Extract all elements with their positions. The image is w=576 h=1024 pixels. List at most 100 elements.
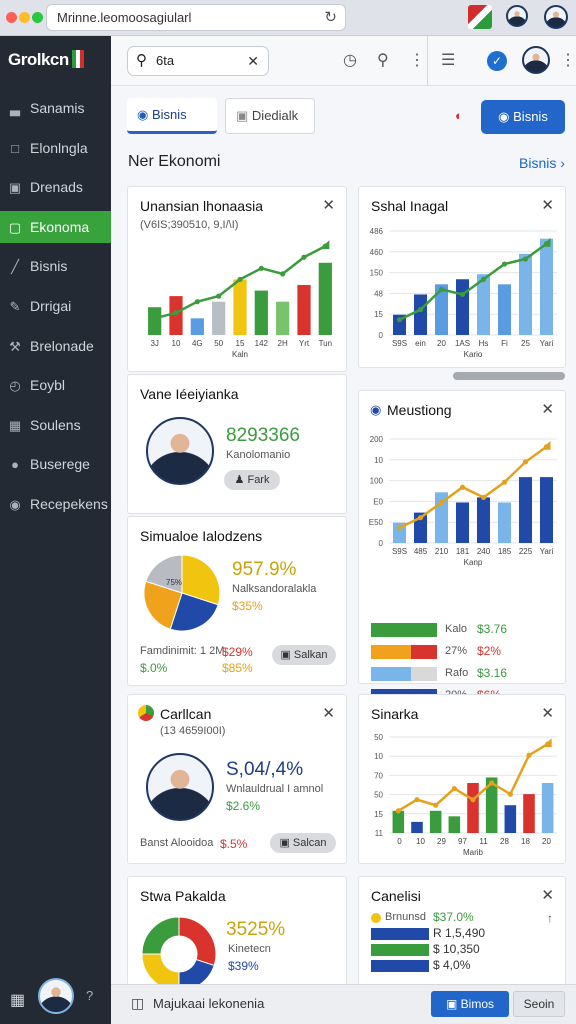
- sidebar-item-0[interactable]: ▃ Sanamis: [0, 92, 111, 124]
- close-icon[interactable]: ✕: [322, 196, 335, 214]
- fark-button[interactable]: ♟ Fark: [224, 470, 280, 490]
- sidebar-item-10[interactable]: ◉ Recepekens: [0, 488, 111, 520]
- salkan-button[interactable]: ▣ Salkan: [272, 645, 336, 665]
- history-icon[interactable]: ◷: [343, 50, 357, 70]
- primary-button[interactable]: ◉ Bisnis: [481, 100, 565, 134]
- x-axis-label: Kario: [464, 350, 483, 359]
- trend-point: [216, 293, 222, 299]
- close-icon[interactable]: ✕: [541, 400, 554, 418]
- more-vert-icon[interactable]: ⋮: [409, 50, 425, 70]
- search-input[interactable]: ⚲ 6ta ✕: [127, 46, 269, 76]
- minimize-window-button[interactable]: [19, 12, 30, 23]
- close-icon[interactable]: ✕: [541, 886, 554, 904]
- legend-swatch: [371, 667, 411, 681]
- grid-menu-icon[interactable]: ▦: [10, 990, 25, 1010]
- user-avatar[interactable]: [38, 978, 74, 1014]
- main-content: ⚲ 6ta ✕ ◷ ⚲ ⋮ ☰ ✓ ⋮ ◉ Bisnis ▣ Diedialk …: [111, 36, 576, 1024]
- shield-icon: ◉: [370, 402, 382, 417]
- x-tick-label: Yari: [540, 547, 554, 556]
- card-subtitle: (V6IS;390510, 9,I/\I): [140, 219, 239, 231]
- verified-icon[interactable]: ✓: [487, 51, 507, 71]
- x-tick-label: 0: [397, 837, 402, 846]
- sidebar-item-2[interactable]: ▣ Drenads: [0, 171, 111, 203]
- salcan-button[interactable]: ▣ Salcan: [270, 833, 336, 853]
- info-icon: ◉: [137, 107, 149, 122]
- y-tick-label: 11: [375, 829, 384, 838]
- close-icon[interactable]: ✕: [541, 196, 554, 214]
- legend-value: $2%: [477, 644, 502, 658]
- trend-point: [433, 802, 439, 808]
- trend-point: [489, 780, 495, 786]
- y-tick-label: 70: [374, 771, 383, 780]
- search-icon: ⚲: [136, 52, 147, 69]
- trend-point: [396, 317, 403, 323]
- row-bar: [371, 960, 429, 972]
- bar: [318, 262, 332, 335]
- more-vert-icon[interactable]: ⋮: [560, 50, 576, 70]
- sidebar-item-6[interactable]: ⚒ Brelonade: [0, 330, 111, 362]
- footer-label: Famdinimit: 1 2M: [140, 645, 225, 657]
- close-icon[interactable]: ✕: [322, 704, 335, 722]
- reload-icon[interactable]: ↻: [324, 5, 337, 30]
- primary-button-label: Bisnis: [513, 109, 548, 124]
- bar: [169, 296, 183, 335]
- pie-chart: 75%: [143, 554, 221, 632]
- sidebar-item-4[interactable]: ╱ Bisnis: [0, 250, 111, 282]
- slice-label: 75%: [166, 578, 182, 587]
- bar: [539, 477, 554, 543]
- trend-point: [173, 310, 179, 316]
- seoin-button[interactable]: Seoin: [513, 991, 565, 1017]
- button-label: Bimos: [460, 997, 495, 1011]
- metric-label: Nalksandoralakla: [232, 583, 317, 595]
- y-tick-label: 50: [374, 733, 383, 742]
- sidebar-item-1[interactable]: □ Elonlngla: [0, 132, 111, 164]
- y-tick-label: 486: [370, 227, 384, 236]
- sidebar-item-8[interactable]: ▦ Soulens: [0, 409, 111, 441]
- x-tick-label: 28: [500, 837, 509, 846]
- tab-bisnis[interactable]: ◉ Bisnis: [127, 98, 217, 134]
- trend-point: [258, 265, 264, 271]
- bar: [504, 805, 517, 833]
- sidebar-item-label: Elonlngla: [30, 139, 88, 156]
- trend-point: [301, 254, 307, 260]
- app-logo: Grolkcn: [8, 50, 84, 70]
- tab-diedialk[interactable]: ▣ Diedialk: [225, 98, 315, 134]
- address-bar[interactable]: Mrinne.leomoosagiularl ↻: [46, 4, 346, 31]
- x-tick-label: 142: [255, 339, 269, 348]
- x-tick-label: Fi: [501, 339, 508, 348]
- extension-icon[interactable]: [468, 5, 492, 29]
- tab-label: Diedialk: [251, 108, 299, 123]
- footer-value: $.0%: [140, 661, 168, 675]
- row-label: Brnunsd: [385, 911, 426, 923]
- trend-point: [438, 499, 445, 506]
- sidebar-item-9[interactable]: ● Buserege: [0, 448, 111, 480]
- sidebar-item-7[interactable]: ◴ Eoybl: [0, 369, 111, 401]
- trend-icon: ╱: [11, 259, 19, 275]
- account-avatar-icon[interactable]: [544, 5, 568, 29]
- sidebar-item-5[interactable]: ✎ Drrigai: [0, 290, 111, 322]
- close-icon[interactable]: ✕: [541, 704, 554, 722]
- horizontal-scrollbar[interactable]: [453, 372, 565, 380]
- sort-arrow-icon[interactable]: ↑: [547, 911, 553, 925]
- user-avatar[interactable]: [522, 46, 550, 74]
- top-bar: ⚲ 6ta ✕ ◷ ⚲ ⋮ ☰ ✓ ⋮: [111, 36, 576, 86]
- help-icon[interactable]: ?: [86, 988, 93, 1003]
- sidebar-item-3[interactable]: ▢ Ekonoma: [0, 210, 111, 243]
- bar-chart: 11 15 50 70 10 50 0 10 29 97 11 28 18 20 Marib: [374, 733, 557, 857]
- close-window-button[interactable]: [6, 12, 17, 23]
- info-icon: ◉: [498, 109, 510, 124]
- profile-avatar-icon[interactable]: [506, 5, 528, 27]
- search-icon[interactable]: ⚲: [377, 50, 389, 70]
- sidebar-toggle-icon[interactable]: ◫: [131, 995, 144, 1012]
- bar: [541, 783, 554, 833]
- card-subtitle: (13 4659I00I): [160, 725, 226, 737]
- trend-point: [480, 276, 487, 282]
- section-link[interactable]: Bisnis ›: [519, 155, 565, 171]
- maximize-window-button[interactable]: [32, 12, 43, 23]
- refresh-icon[interactable]: ◐: [455, 108, 463, 123]
- menu-icon[interactable]: ☰: [441, 50, 455, 70]
- x-tick-label: 225: [519, 547, 533, 556]
- clear-search-icon[interactable]: ✕: [247, 47, 259, 75]
- row-value: $ 10,350: [433, 942, 480, 956]
- bimos-button[interactable]: ▣ Bimos: [431, 991, 509, 1017]
